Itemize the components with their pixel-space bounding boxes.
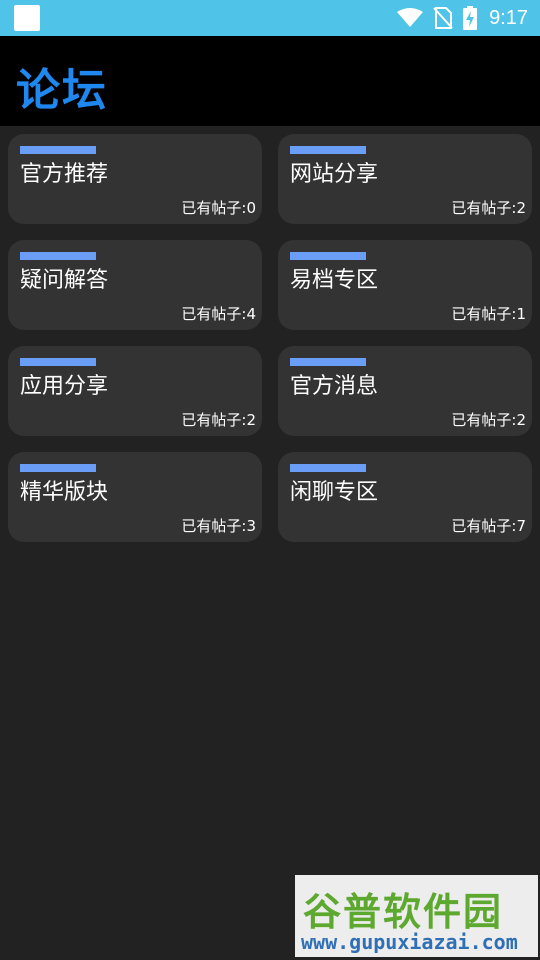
forum-card[interactable]: 易档专区 已有帖子:1 bbox=[278, 240, 532, 330]
forum-name: 易档专区 bbox=[290, 268, 379, 293]
post-count: 已有帖子:2 bbox=[181, 411, 256, 429]
card-accent-bar bbox=[20, 464, 96, 472]
status-icons: 9:17 bbox=[397, 0, 528, 36]
post-count: 已有帖子:1 bbox=[451, 305, 526, 323]
forum-name: 精华版块 bbox=[20, 480, 109, 505]
post-count: 已有帖子:7 bbox=[451, 517, 526, 535]
page-title: 论坛 bbox=[16, 65, 108, 116]
status-bar: 9:17 bbox=[0, 0, 540, 36]
battery-charging-icon bbox=[463, 6, 478, 30]
status-time: 9:17 bbox=[489, 6, 528, 29]
forum-name: 网站分享 bbox=[290, 162, 379, 187]
post-count: 已有帖子:2 bbox=[451, 411, 526, 429]
watermark-url: www.gupuxiazai.com bbox=[301, 930, 518, 954]
forum-card[interactable]: 精华版块 已有帖子:3 bbox=[8, 452, 262, 542]
wifi-icon bbox=[397, 8, 424, 27]
card-accent-bar bbox=[290, 252, 366, 260]
card-accent-bar bbox=[290, 358, 366, 366]
card-accent-bar bbox=[20, 252, 96, 260]
post-count: 已有帖子:0 bbox=[181, 199, 256, 217]
forum-card[interactable]: 官方推荐 已有帖子:0 bbox=[8, 134, 262, 224]
card-accent-bar bbox=[290, 146, 366, 154]
forum-name: 官方推荐 bbox=[20, 162, 109, 187]
forum-name: 疑问解答 bbox=[20, 268, 109, 293]
card-accent-bar bbox=[20, 146, 96, 154]
forum-card[interactable]: 疑问解答 已有帖子:4 bbox=[8, 240, 262, 330]
notification-icon bbox=[14, 5, 40, 31]
post-count: 已有帖子:2 bbox=[451, 199, 526, 217]
forum-card[interactable]: 应用分享 已有帖子:2 bbox=[8, 346, 262, 436]
forum-card[interactable]: 网站分享 已有帖子:2 bbox=[278, 134, 532, 224]
card-accent-bar bbox=[290, 464, 366, 472]
post-count: 已有帖子:4 bbox=[181, 305, 256, 323]
forum-name: 官方消息 bbox=[290, 374, 379, 399]
card-accent-bar bbox=[20, 358, 96, 366]
forum-card[interactable]: 闲聊专区 已有帖子:7 bbox=[278, 452, 532, 542]
forum-card[interactable]: 官方消息 已有帖子:2 bbox=[278, 346, 532, 436]
watermark-logo: 谷普软件园 www.gupuxiazai.com bbox=[295, 875, 538, 957]
watermark-title: 谷普软件园 bbox=[303, 890, 504, 934]
post-count: 已有帖子:3 bbox=[181, 517, 256, 535]
forum-name: 应用分享 bbox=[20, 374, 109, 399]
no-sim-icon bbox=[433, 7, 453, 29]
app-bar: 论坛 bbox=[0, 36, 540, 126]
forum-name: 闲聊专区 bbox=[290, 480, 379, 505]
